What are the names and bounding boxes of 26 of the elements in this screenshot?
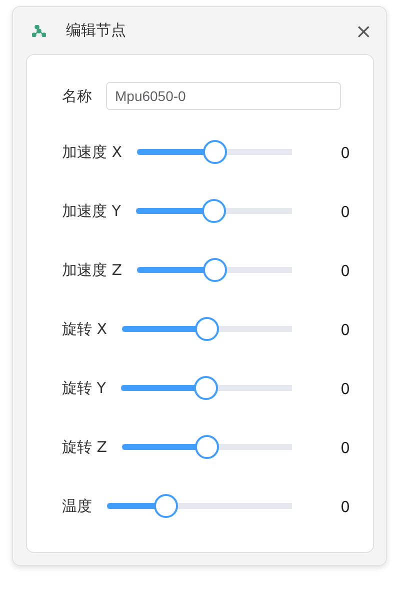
slider-label: 旋转 Y	[62, 378, 106, 398]
name-field[interactable]: Mpu6050-0	[106, 82, 341, 110]
slider-thumb[interactable]	[202, 199, 226, 223]
slider-value: 0	[340, 202, 350, 220]
slider-label: 温度	[62, 496, 92, 516]
slider-thumb[interactable]	[202, 140, 227, 164]
slider-value: 0	[340, 144, 350, 162]
slider-label: 旋转 X	[62, 320, 108, 338]
slider-value: 0	[340, 380, 350, 398]
field-label: 名称	[62, 86, 92, 106]
nodes-icon	[32, 24, 46, 36]
slider-thumb[interactable]	[195, 317, 220, 341]
close-button[interactable]: ×	[353, 20, 374, 40]
slider-thumb[interactable]	[194, 376, 218, 400]
slider-value: 0	[340, 438, 350, 456]
slider-thumb[interactable]	[195, 435, 220, 459]
slider-label: 加速度 Y	[62, 202, 121, 220]
slider-label: 加速度 Z	[62, 260, 122, 280]
slider-value: 0	[340, 262, 350, 280]
slider-thumb[interactable]	[154, 494, 178, 518]
slider-value: 0	[340, 320, 350, 338]
slider-label: 加速度 X	[62, 142, 122, 162]
dialog-title: 编辑节点	[66, 21, 127, 40]
slider-value: 0	[340, 498, 350, 516]
slider-thumb[interactable]	[202, 258, 227, 282]
slider-label: 旋转 Z	[62, 438, 108, 456]
